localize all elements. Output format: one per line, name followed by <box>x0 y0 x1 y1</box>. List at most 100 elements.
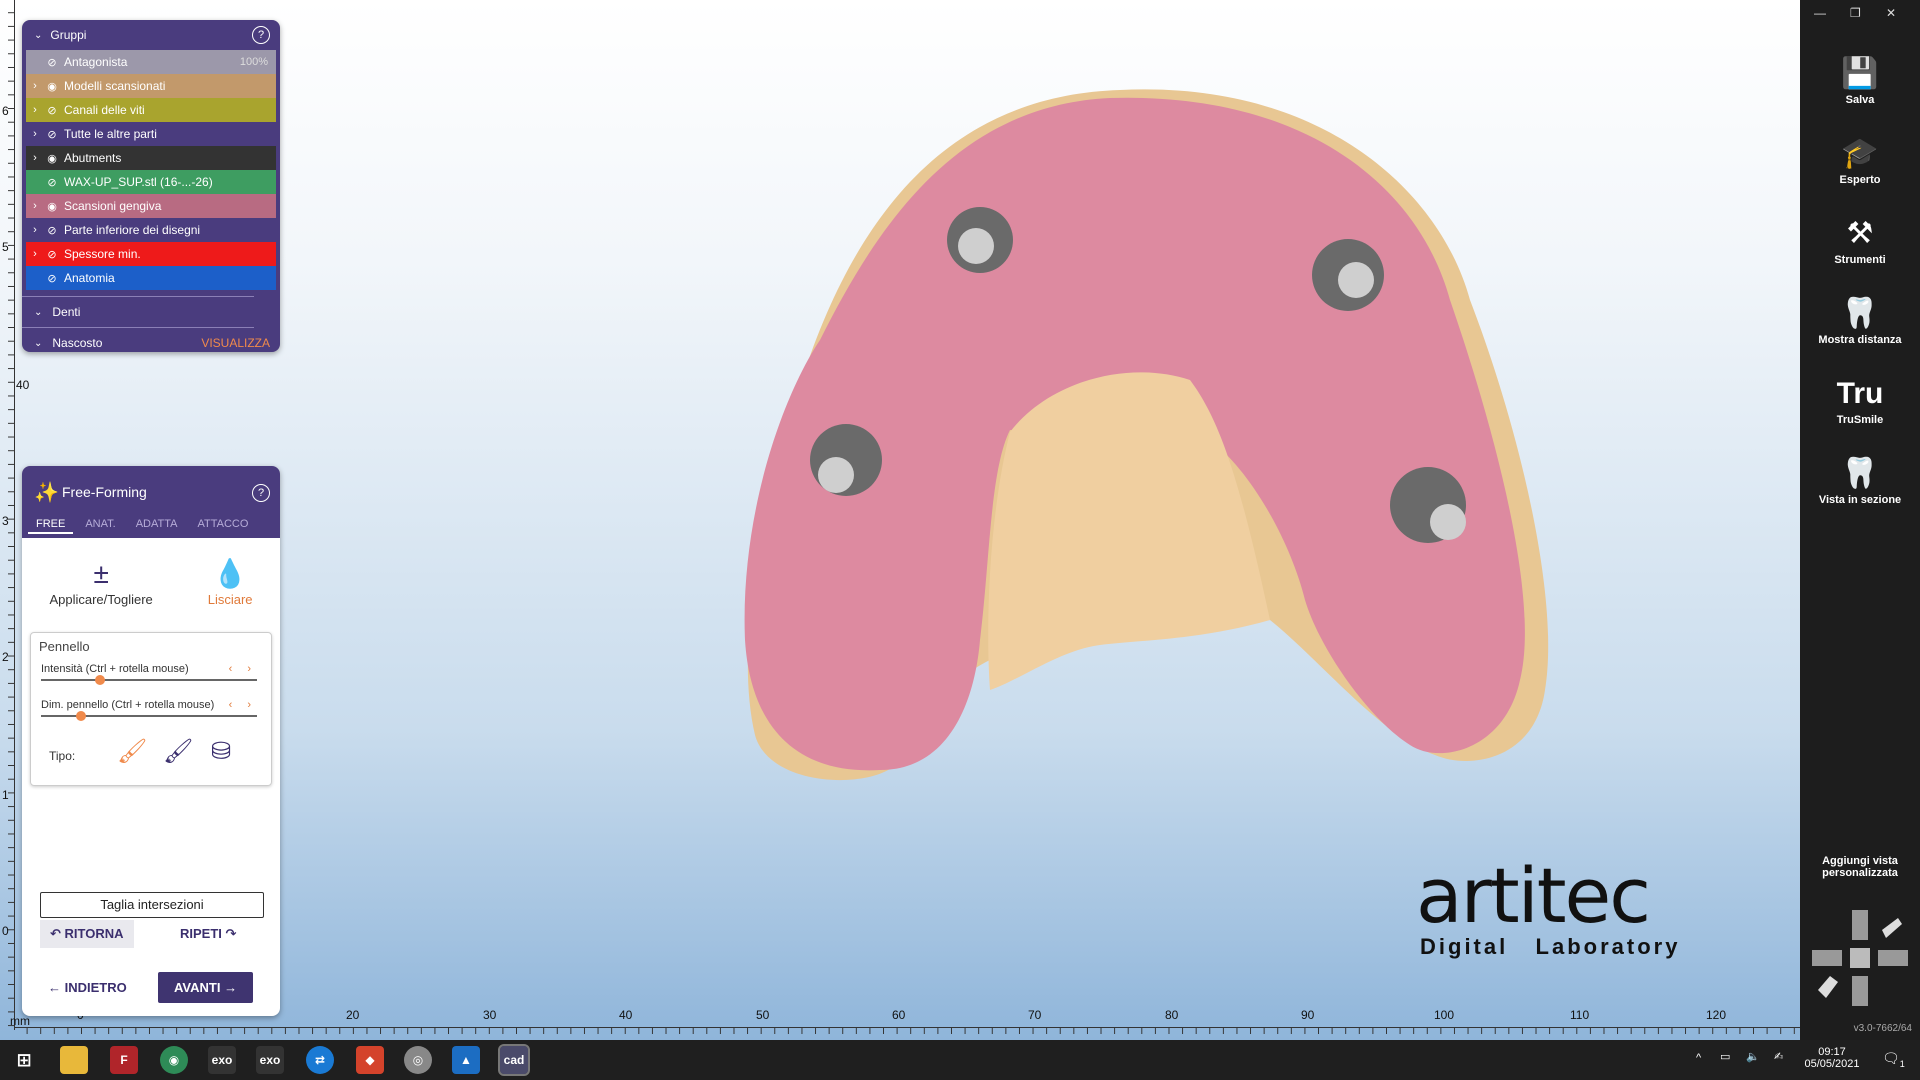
windows-start-icon[interactable]: ⊞ <box>10 1046 38 1074</box>
ruler-bottom-tick: 100 <box>1434 1008 1455 1022</box>
notification-icon[interactable]: 🗨1 <box>1882 1050 1905 1069</box>
eye-icon[interactable]: ◉ <box>44 200 60 213</box>
chevron-right-icon[interactable]: › <box>26 152 44 164</box>
redo-button[interactable]: RIPETI ↷ <box>180 926 236 942</box>
pen-icon[interactable]: ✍ <box>1774 1050 1783 1063</box>
group-row-label: Modelli scansionati <box>64 79 166 93</box>
chevron-right-icon[interactable]: › <box>26 80 44 92</box>
tab-anat[interactable]: ANAT. <box>77 516 123 534</box>
back-button[interactable]: ← INDIETRO <box>48 980 127 995</box>
intensity-track[interactable] <box>41 679 257 681</box>
eye-hidden-icon[interactable]: ⊘ <box>44 176 60 189</box>
clock[interactable]: 09:17 05/05/2021 <box>1800 1046 1864 1070</box>
chevron-right-icon[interactable]: › <box>26 248 44 260</box>
groups-title: Gruppi <box>50 28 87 42</box>
minimize-icon[interactable]: — <box>1814 6 1826 20</box>
ruler-bottom-tick: 60 <box>892 1008 906 1022</box>
group-row-label: Tutte le altre parti <box>64 127 157 141</box>
smooth-label: Lisciare <box>207 592 253 607</box>
undo-icon: ↶ <box>50 926 61 941</box>
cad-app-icon[interactable]: cad <box>498 1044 530 1076</box>
group-row[interactable]: ⊘ Antagonista 100% <box>26 50 276 74</box>
toolbar-item-label: Esperto <box>1839 174 1881 186</box>
group-row[interactable]: › ◉ Scansioni gengiva <box>26 194 276 218</box>
size-track[interactable] <box>41 715 257 717</box>
filezilla-icon[interactable]: F <box>110 1046 138 1074</box>
group-row-label: Abutments <box>64 151 122 165</box>
eye-icon[interactable]: ◉ <box>44 152 60 165</box>
nascosto-section[interactable]: ⌄ Nascosto VISUALIZZA <box>22 327 270 358</box>
teamviewer-icon[interactable]: ⇄ <box>306 1046 334 1074</box>
next-button[interactable]: AVANTI → <box>158 972 254 1003</box>
size-slider[interactable]: Dim. pennello (Ctrl + rotella mouse) ‹ › <box>41 699 257 721</box>
version-label: v3.0-7662/64 <box>1853 1023 1912 1034</box>
eye-hidden-icon[interactable]: ⊘ <box>44 128 60 141</box>
chevron-right-icon[interactable]: › <box>26 200 44 212</box>
apply-remove-tool[interactable]: ± Applicare/Togliere <box>49 556 152 626</box>
group-row[interactable]: › ⊘ Canali delle viti <box>26 98 276 122</box>
chevron-down-icon: ⌄ <box>34 306 43 318</box>
group-row[interactable]: › ◉ Modelli scansionati <box>26 74 276 98</box>
opacity-value[interactable]: 100% <box>240 56 268 68</box>
eye-hidden-icon[interactable]: ⊘ <box>44 56 60 69</box>
visualizza-link[interactable]: VISUALIZZA <box>201 336 270 350</box>
restore-icon[interactable]: ❐ <box>1850 6 1861 20</box>
add-custom-view-label: Aggiungi vista personalizzata <box>1822 855 1898 879</box>
eye-hidden-icon[interactable]: ⊘ <box>44 224 60 237</box>
chevron-right-icon[interactable]: › <box>26 128 44 140</box>
intensity-knob[interactable] <box>95 675 105 685</box>
brush-icon[interactable]: 🖌 <box>163 737 193 766</box>
group-row[interactable]: › ⊘ Tutte le altre parti <box>26 122 276 146</box>
paint-roller-icon[interactable]: 🖌 <box>117 737 147 766</box>
toolbar-item-salva[interactable]: 💾 Salva <box>1800 54 1920 106</box>
redo-label: RIPETI <box>180 926 222 941</box>
smooth-tool[interactable]: 💧 Lisciare <box>208 556 253 626</box>
eye-hidden-icon[interactable]: ⊘ <box>44 272 60 285</box>
chevron-right-icon[interactable]: › <box>26 104 44 116</box>
cylinder-icon[interactable]: ⛁ <box>211 737 231 766</box>
chrome-icon[interactable]: ◉ <box>160 1046 188 1074</box>
toolbar-item-mostra-distanza[interactable]: 🦷 Mostra distanza <box>1800 294 1920 346</box>
tab-free[interactable]: FREE <box>28 516 74 534</box>
chevron-up-icon[interactable]: ^ <box>1696 1052 1701 1064</box>
groups-header[interactable]: ⌄ Gruppi ? <box>22 20 280 50</box>
denti-section[interactable]: ⌄ Denti <box>22 296 254 327</box>
network-icon[interactable]: ▭ <box>1720 1050 1730 1063</box>
toolbar-item-vista-in-sezione[interactable]: 🦷 Vista in sezione <box>1800 454 1920 506</box>
group-row[interactable]: ⊘ Anatomia <box>26 266 276 290</box>
toolbar-item-strumenti[interactable]: ⚒ Strumenti <box>1800 214 1920 266</box>
help-icon[interactable]: ? <box>252 484 270 502</box>
eye-hidden-icon[interactable]: ⊘ <box>44 248 60 261</box>
toolbar-item-trusmile[interactable]: Tru TruSmile <box>1800 374 1920 426</box>
size-knob[interactable] <box>75 711 86 721</box>
intensity-slider[interactable]: Intensità (Ctrl + rotella mouse) ‹ › <box>41 663 257 685</box>
close-icon[interactable]: ✕ <box>1886 6 1896 20</box>
exocad-icon[interactable]: exo <box>208 1046 236 1074</box>
arrows-icon[interactable]: ‹ › <box>229 663 257 675</box>
tab-attacco[interactable]: ATTACCO <box>189 516 256 534</box>
ruler-bottom-tick: 80 <box>1165 1008 1179 1022</box>
arrow-right-icon: → <box>224 980 238 995</box>
anydesk-icon[interactable]: ◆ <box>356 1046 384 1074</box>
exocad-2-icon[interactable]: exo <box>256 1046 284 1074</box>
help-icon[interactable]: ? <box>252 26 270 44</box>
volume-icon[interactable]: 🔈 <box>1746 1050 1760 1063</box>
photos-icon[interactable]: ▲ <box>452 1046 480 1074</box>
undo-button[interactable]: ↶ RITORNA <box>40 920 134 948</box>
group-row[interactable]: › ⊘ Spessore min. <box>26 242 276 266</box>
intensity-label: Intensità (Ctrl + rotella mouse) <box>41 663 189 675</box>
cut-intersections-button[interactable]: Taglia intersezioni <box>40 892 264 918</box>
arrows-icon[interactable]: ‹ › <box>229 699 257 711</box>
dental-app-icon[interactable]: ◎ <box>404 1046 432 1074</box>
toolbar-item-esperto[interactable]: 🎓 Esperto <box>1800 134 1920 186</box>
eye-icon[interactable]: ◉ <box>44 80 60 93</box>
eye-hidden-icon[interactable]: ⊘ <box>44 104 60 117</box>
view-cube-icon[interactable] <box>1812 910 1908 1006</box>
group-row[interactable]: ⊘ WAX-UP_SUP.stl (16-...-26) <box>26 170 276 194</box>
group-row[interactable]: › ◉ Abutments <box>26 146 276 170</box>
tab-adatta[interactable]: ADATTA <box>128 516 186 534</box>
group-row[interactable]: › ⊘ Parte inferiore dei disegni <box>26 218 276 242</box>
file-explorer-icon[interactable] <box>60 1046 88 1074</box>
tool-selector: ± Applicare/Togliere 💧 Lisciare <box>22 538 280 626</box>
chevron-right-icon[interactable]: › <box>26 224 44 236</box>
